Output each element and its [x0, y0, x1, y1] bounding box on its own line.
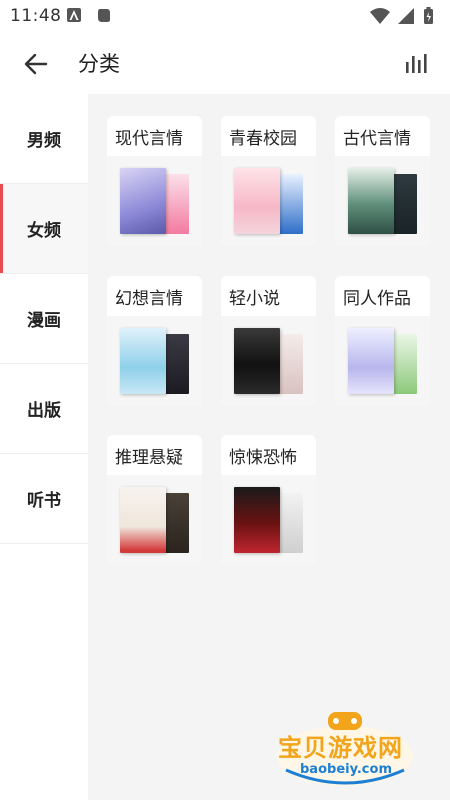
- category-title: 惊悚恐怖: [229, 448, 297, 468]
- book-cover: [348, 168, 394, 234]
- ranking-icon[interactable]: [404, 50, 430, 76]
- status-bar: 11:48: [0, 0, 450, 32]
- back-arrow-icon[interactable]: [22, 50, 50, 78]
- wifi-icon: [370, 8, 390, 24]
- status-indicators: [370, 7, 433, 24]
- book-cover-stack: [221, 156, 316, 246]
- category-card-light-novel[interactable]: 轻小说: [221, 276, 316, 406]
- book-cover: [348, 328, 394, 394]
- status-time: 11:48: [10, 6, 62, 26]
- sidebar-item-label: 女频: [27, 221, 61, 241]
- category-card-fan-fiction[interactable]: 同人作品: [335, 276, 430, 406]
- sidebar-item-male[interactable]: 男频: [0, 94, 88, 184]
- book-cover-stack: [335, 316, 430, 406]
- book-cover-stack: [107, 316, 202, 406]
- page-title: 分类: [78, 52, 120, 76]
- category-title: 推理悬疑: [115, 448, 183, 468]
- category-sidebar: 男频 女频 漫画 出版 听书: [0, 94, 88, 800]
- category-title: 同人作品: [343, 289, 411, 309]
- category-title: 轻小说: [229, 289, 280, 309]
- app-bar: 分类: [0, 32, 450, 94]
- sidebar-item-audiobooks[interactable]: 听书: [0, 454, 88, 544]
- sidebar-item-label: 出版: [27, 401, 61, 421]
- sidebar-item-label: 漫画: [27, 311, 61, 331]
- book-cover: [234, 487, 280, 553]
- sidebar-item-publishing[interactable]: 出版: [0, 364, 88, 454]
- book-cover: [120, 487, 166, 553]
- book-cover: [234, 168, 280, 234]
- book-cover: [120, 328, 166, 394]
- category-card-mystery[interactable]: 推理悬疑: [107, 435, 202, 565]
- sidebar-item-label: 男频: [27, 131, 61, 151]
- sidebar-item-label: 听书: [27, 491, 61, 511]
- app-notification-icon: [67, 8, 81, 22]
- signal-icon: [398, 8, 414, 24]
- book-cover-stack: [335, 156, 430, 246]
- category-grid: 现代言情 青春校园 古代言情 幻想言情 轻小说 同人作品 推理悬疑 惊悚恐怖 宝…: [88, 94, 450, 800]
- book-cover-stack: [221, 316, 316, 406]
- book-cover-stack: [107, 475, 202, 565]
- category-card-modern-romance[interactable]: 现代言情: [107, 116, 202, 246]
- category-title: 古代言情: [343, 129, 411, 149]
- category-title: 现代言情: [115, 129, 183, 149]
- book-cover: [234, 328, 280, 394]
- category-title: 幻想言情: [115, 289, 183, 309]
- book-cover-stack: [107, 156, 202, 246]
- book-cover: [120, 168, 166, 234]
- category-card-fantasy-romance[interactable]: 幻想言情: [107, 276, 202, 406]
- watermark-logo: 宝贝游戏网 baobeiy.com: [270, 710, 420, 790]
- watermark-url: baobeiy.com: [300, 762, 392, 777]
- sidebar-item-comics[interactable]: 漫画: [0, 274, 88, 364]
- notification-icon: [98, 9, 110, 22]
- category-card-youth-campus[interactable]: 青春校园: [221, 116, 316, 246]
- category-card-horror[interactable]: 惊悚恐怖: [221, 435, 316, 565]
- watermark-text: 宝贝游戏网: [278, 734, 403, 762]
- book-cover-stack: [221, 475, 316, 565]
- category-card-ancient-romance[interactable]: 古代言情: [335, 116, 430, 246]
- battery-icon: [424, 7, 433, 24]
- category-title: 青春校园: [229, 129, 297, 149]
- sidebar-item-female[interactable]: 女频: [0, 184, 88, 274]
